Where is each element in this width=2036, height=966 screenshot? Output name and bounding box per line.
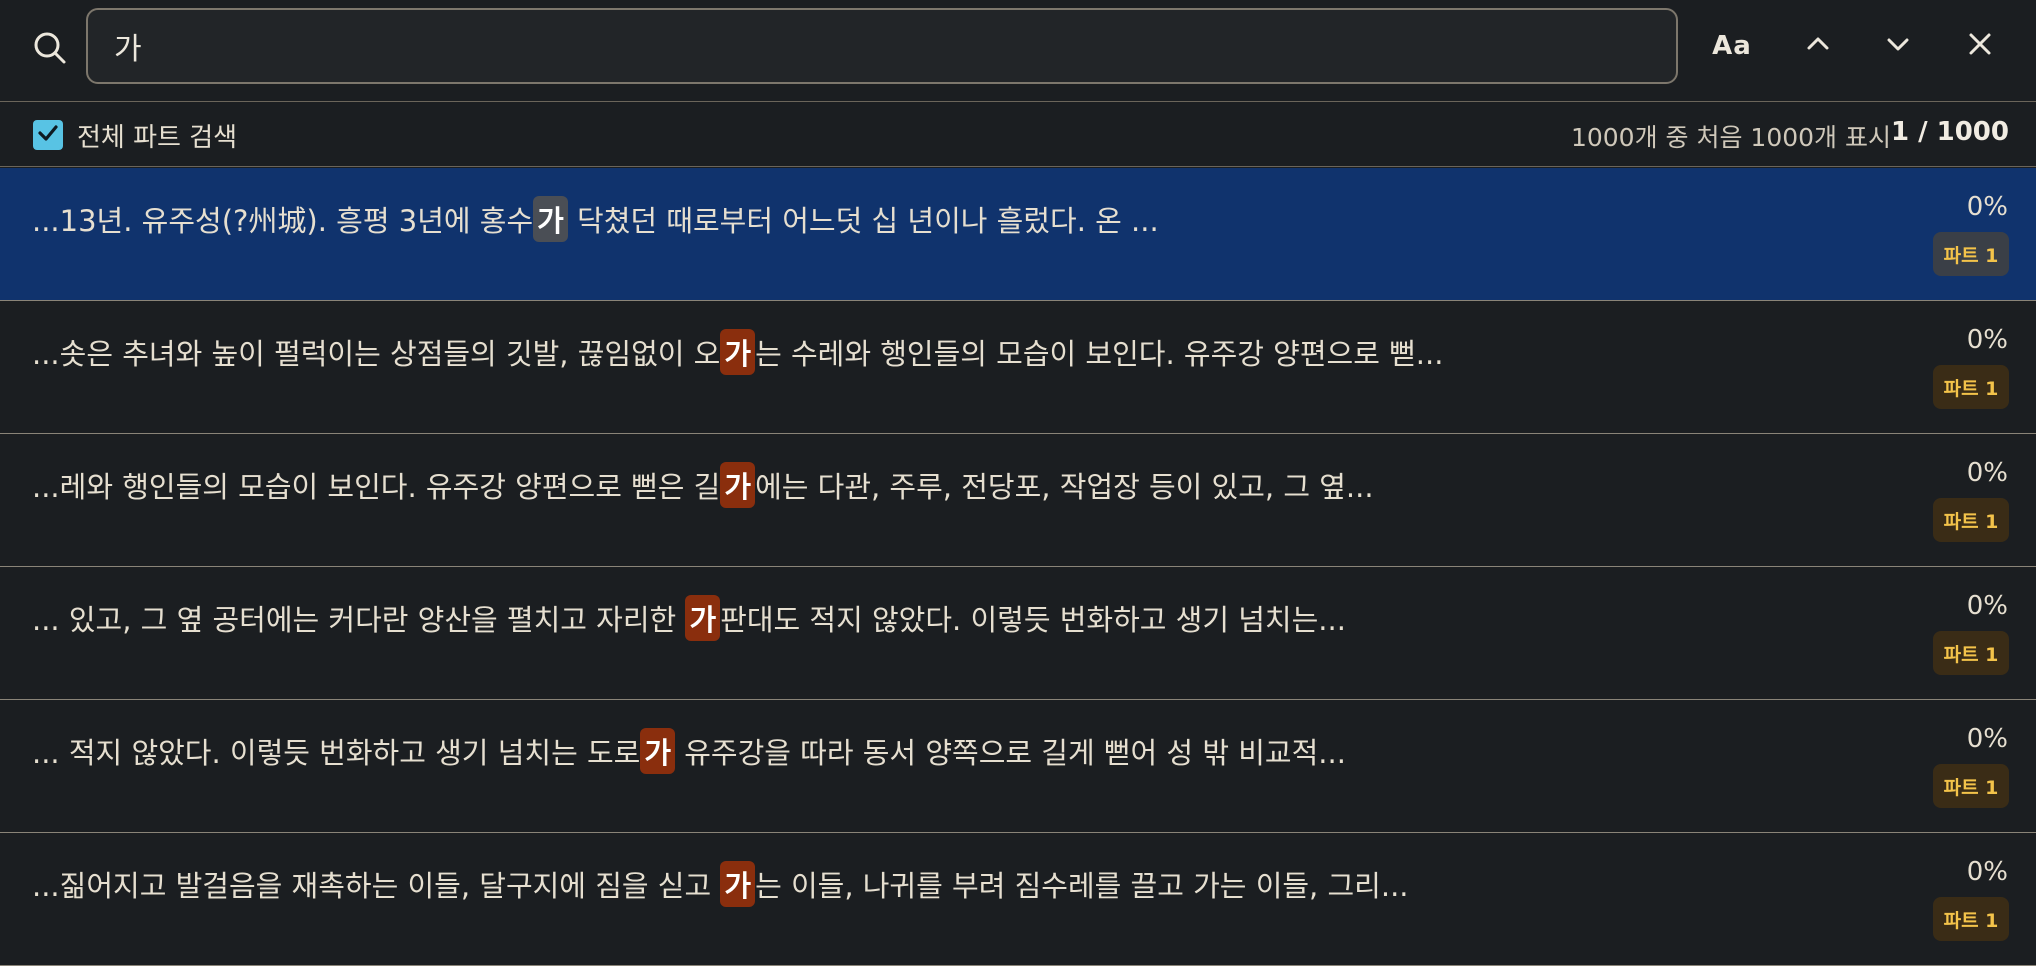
result-row[interactable]: ...솟은 추녀와 높이 펄럭이는 상점들의 깃발, 끊임없이 오가는 수레와 …: [0, 301, 2036, 434]
progress-percent: 0%: [1966, 325, 2008, 355]
previous-match-button[interactable]: [1786, 18, 1850, 74]
close-icon: [1966, 30, 1994, 62]
snippet-after: 는 이들, 나귀를 부려 짐수레를 끌고 가는 이들, 그리...: [755, 869, 1409, 903]
snippet-before: ...짊어지고 발걸음을 재촉하는 이들, 달구지에 짐을 싣고: [32, 869, 721, 903]
snippet-after: 는 수레와 행인들의 모습이 보인다. 유주강 양편으로 뻗...: [755, 337, 1444, 371]
snippet-before: ...레와 행인들의 모습이 보인다. 유주강 양편으로 뻗은 길: [32, 470, 721, 504]
snippet-after: 판대도 적지 않았다. 이렇듯 번화하고 생기 넘치는...: [720, 603, 1346, 637]
part-badge: 파트 1: [1933, 498, 2009, 542]
search-options-row: 전체 파트 검색 1000개 중 처음 1000개 표시 1 / 1000: [0, 103, 2036, 167]
search-all-parts-label[interactable]: 전체 파트 검색: [77, 117, 237, 154]
result-row[interactable]: ...짊어지고 발걸음을 재촉하는 이들, 달구지에 짐을 싣고 가는 이들, …: [0, 833, 2036, 966]
result-snippet: ...레와 행인들의 모습이 보인다. 유주강 양편으로 뻗은 길 가 에는 다관,…: [32, 462, 1374, 508]
search-input[interactable]: [86, 8, 1678, 84]
result-count: 1000개 중 처음 1000개 표시: [1570, 123, 1891, 152]
checkmark-icon: [36, 121, 60, 149]
match-highlight: 가: [720, 462, 756, 508]
search-icon: [30, 28, 70, 68]
search-all-parts-checkbox[interactable]: [33, 120, 63, 150]
match-highlight: 가: [720, 329, 756, 375]
part-badge: 파트 1: [1933, 232, 2009, 276]
progress-percent: 0%: [1966, 458, 2008, 488]
snippet-before: ...솟은 추녀와 높이 펄럭이는 상점들의 깃발, 끊임없이 오: [32, 337, 721, 371]
result-snippet: ... 적지 않았다. 이렇듯 번화하고 생기 넘치는 도로 가 유주강을 따라 …: [32, 728, 1346, 774]
snippet-after: 에는 다관, 주루, 전당포, 작업장 등이 있고, 그 옆...: [755, 470, 1374, 504]
result-snippet: ...13년. 유주성(?州城). 흥평 3년에 홍수 가 닥쳤던 때로부터 어느…: [32, 196, 1159, 242]
result-snippet: ... 있고, 그 옆 공터에는 커다란 양산을 펼치고 자리한 가 판대도 적지…: [32, 595, 1346, 641]
progress-percent: 0%: [1966, 857, 2008, 887]
match-highlight: 가: [533, 196, 568, 242]
match-position: 1 / 1000: [1890, 117, 2009, 147]
result-row[interactable]: ... 적지 않았다. 이렇듯 번화하고 생기 넘치는 도로 가 유주강을 따라 …: [0, 700, 2036, 833]
part-badge: 파트 1: [1933, 365, 2009, 409]
chevron-up-icon: [1804, 30, 1832, 62]
result-snippet: ...짊어지고 발걸음을 재촉하는 이들, 달구지에 짐을 싣고 가는 이들, …: [32, 861, 1409, 907]
match-case-button[interactable]: Aa: [1700, 18, 1764, 74]
snippet-after: 닥쳤던 때로부터 어느덧 십 년이나 흘렀다. 온 ...: [567, 204, 1159, 238]
result-row[interactable]: ...13년. 유주성(?州城). 흥평 3년에 홍수 가 닥쳤던 때로부터 어느…: [0, 168, 2036, 301]
result-row[interactable]: ...레와 행인들의 모습이 보인다. 유주강 양편으로 뻗은 길 가 에는 다관,…: [0, 434, 2036, 567]
progress-percent: 0%: [1966, 724, 2008, 754]
snippet-after: 유주강을 따라 동서 양쪽으로 길게 뻗어 성 밖 비교적...: [675, 736, 1346, 770]
match-highlight: 가: [640, 728, 676, 774]
chevron-down-icon: [1884, 30, 1912, 62]
match-highlight: 가: [720, 861, 756, 907]
part-badge: 파트 1: [1933, 897, 2009, 941]
part-badge: 파트 1: [1933, 764, 2009, 808]
close-search-button[interactable]: [1948, 18, 2012, 74]
search-results-list: ...13년. 유주성(?州城). 흥평 3년에 홍수 가 닥쳤던 때로부터 어느…: [0, 168, 2036, 966]
next-match-button[interactable]: [1866, 18, 1930, 74]
progress-percent: 0%: [1966, 591, 2008, 621]
snippet-before: ... 있고, 그 옆 공터에는 커다란 양산을 펼치고 자리한: [32, 603, 686, 637]
match-highlight: 가: [685, 595, 721, 641]
search-bar: Aa: [0, 0, 2036, 102]
result-row[interactable]: ... 있고, 그 옆 공터에는 커다란 양산을 펼치고 자리한 가 판대도 적지…: [0, 567, 2036, 700]
progress-percent: 0%: [1966, 192, 2008, 222]
result-snippet: ...솟은 추녀와 높이 펄럭이는 상점들의 깃발, 끊임없이 오가는 수레와 …: [32, 329, 1443, 375]
snippet-before: ...13년. 유주성(?州城). 흥평 3년에 홍수: [32, 204, 534, 238]
part-badge: 파트 1: [1933, 631, 2009, 675]
snippet-before: ... 적지 않았다. 이렇듯 번화하고 생기 넘치는 도로: [32, 736, 641, 770]
